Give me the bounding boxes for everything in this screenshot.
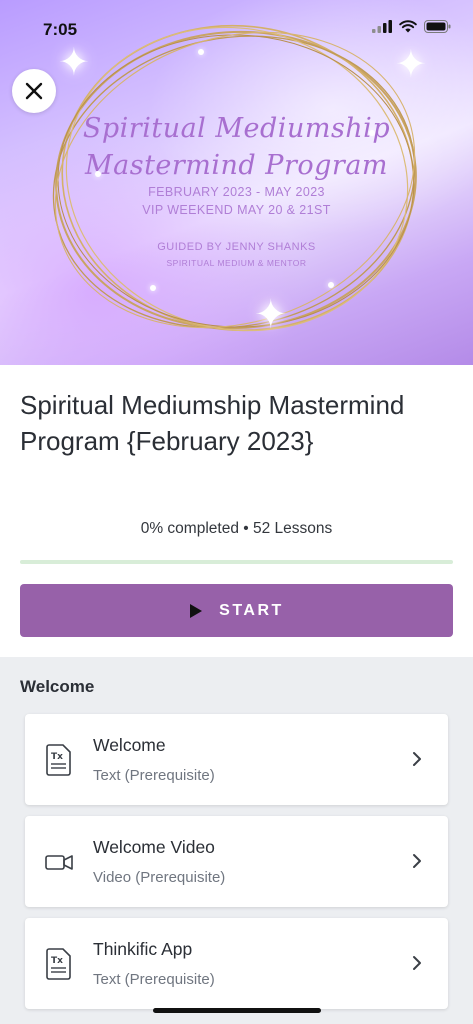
start-button[interactable]: START xyxy=(20,584,453,637)
chevron-right-icon xyxy=(413,752,421,766)
svg-text:Tx: Tx xyxy=(51,752,63,762)
play-icon xyxy=(190,603,203,618)
status-time: 7:05 xyxy=(43,20,78,39)
course-title: Spiritual Mediumship Mastermind Program … xyxy=(20,390,405,456)
hero-vip-weekend: VIP WEEKEND MAY 20 & 21ST xyxy=(142,203,331,217)
battery-icon xyxy=(424,20,451,33)
course-progress-bar xyxy=(20,560,453,564)
hero-title-line1: Spiritual Mediumship xyxy=(82,113,391,144)
lesson-title: Thinkific App xyxy=(93,939,193,959)
course-progress-meta: 0% completed • 52 Lessons xyxy=(140,520,333,537)
lesson-type: Text (Prerequisite) xyxy=(93,971,215,988)
lesson-item-welcome[interactable]: Tx Welcome Text (Prerequisite) xyxy=(25,714,448,805)
text-document-icon: Tx xyxy=(46,744,71,776)
wifi-icon xyxy=(399,20,417,33)
light-dot xyxy=(328,282,334,288)
lesson-item-thinkific-app[interactable]: Tx Thinkific App Text (Prerequisite) xyxy=(25,918,448,1009)
lesson-item-welcome-video[interactable]: Welcome Video Video (Prerequisite) xyxy=(25,816,448,907)
hero-dates: FEBRUARY 2023 - MAY 2023 xyxy=(148,185,325,199)
status-icons xyxy=(372,20,451,33)
light-dot xyxy=(150,285,156,291)
sparkle-icon: ✦ xyxy=(254,293,288,337)
lesson-title: Welcome xyxy=(93,735,166,755)
home-indicator[interactable] xyxy=(153,1008,321,1013)
lesson-type: Video (Prerequisite) xyxy=(93,869,226,886)
hero-mentor: SPIRITUAL MEDIUM & MENTOR xyxy=(166,258,307,268)
chevron-right-icon xyxy=(413,854,421,868)
sparkle-icon: ✦ xyxy=(395,44,427,86)
course-hero-image: ✦ ✦ ✦ Spiritual Mediumship Mastermind Pr… xyxy=(0,0,473,365)
section-title: Welcome xyxy=(20,677,95,696)
svg-text:Tx: Tx xyxy=(51,956,63,966)
lesson-title: Welcome Video xyxy=(93,837,215,857)
hero-guided-by: GUIDED BY JENNY SHANKS xyxy=(157,241,316,253)
light-dot xyxy=(198,49,204,55)
chevron-right-icon xyxy=(413,956,421,970)
cellular-signal-icon xyxy=(372,20,392,33)
video-camera-icon xyxy=(45,855,73,870)
close-icon xyxy=(25,82,43,100)
close-button[interactable] xyxy=(12,69,56,113)
text-document-icon: Tx xyxy=(46,948,71,980)
hero-title-line2: Mastermind Program xyxy=(84,150,389,181)
sparkle-icon: ✦ xyxy=(58,42,90,84)
course-info-panel: Spiritual Mediumship Mastermind Program … xyxy=(0,365,473,657)
lesson-type: Text (Prerequisite) xyxy=(93,767,215,784)
start-button-label: START xyxy=(219,601,284,619)
